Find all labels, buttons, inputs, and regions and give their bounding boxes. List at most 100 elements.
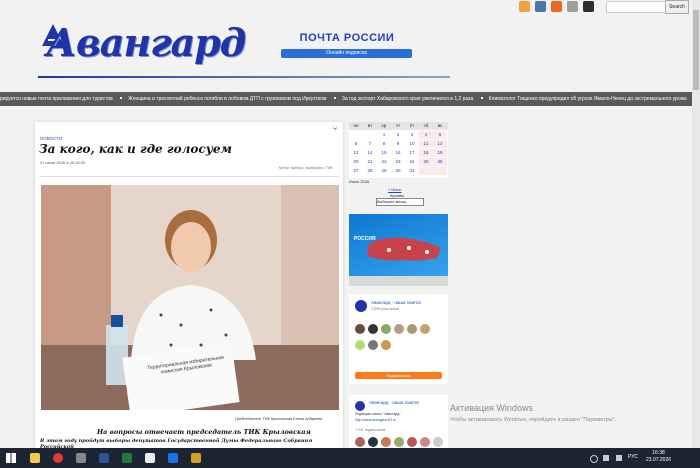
member-avatar[interactable] xyxy=(407,437,417,447)
ticker-item[interactable]: рируется новые почта приложения для тури… xyxy=(0,96,113,102)
language-indicator[interactable]: РУС xyxy=(628,454,638,460)
calendar-day[interactable]: 9 xyxy=(391,140,405,148)
member-avatar[interactable] xyxy=(433,437,443,447)
calendar-day[interactable]: 4 xyxy=(419,131,433,139)
calendar-day[interactable]: 18 xyxy=(419,149,433,157)
calendar-day[interactable]: 23 xyxy=(391,158,405,166)
member-avatar[interactable] xyxy=(355,437,365,447)
app-icon[interactable] xyxy=(76,453,86,463)
logo-underline xyxy=(38,76,450,78)
calendar-day[interactable]: 21 xyxy=(363,158,377,166)
network-icon[interactable] xyxy=(603,455,609,461)
taskbar-clock[interactable]: 16:38 23.07.2026 xyxy=(646,450,671,464)
clock-time: 16:38 xyxy=(652,450,665,456)
calendar-prev-link[interactable]: « Июнь xyxy=(388,187,402,192)
calendar-day[interactable]: 19 xyxy=(433,149,447,157)
member-avatar[interactable] xyxy=(368,324,378,334)
calendar-day[interactable]: 22 xyxy=(377,158,391,166)
calendar-day[interactable]: 8 xyxy=(377,140,391,148)
calendar-day xyxy=(349,131,363,139)
vk-group-name[interactable]: Авангард - наша газета! xyxy=(371,300,421,305)
member-avatar[interactable] xyxy=(355,340,365,350)
archive-select[interactable]: Выберите месяц xyxy=(376,198,424,206)
member-avatar[interactable] xyxy=(368,437,378,447)
share-icon[interactable]: ⑂ xyxy=(333,126,337,133)
ticker-item[interactable]: За год экспорт Хабаровского края увеличи… xyxy=(342,96,473,102)
calendar-day[interactable]: 10 xyxy=(405,140,419,148)
tray-icon[interactable] xyxy=(590,455,598,463)
calendar-day[interactable]: 13 xyxy=(349,149,363,157)
calendar-day[interactable]: 30 xyxy=(391,167,405,175)
calendar-day[interactable]: 29 xyxy=(377,167,391,175)
article-rubric[interactable]: НОВОСТИ xyxy=(40,136,62,141)
volume-icon[interactable] xyxy=(616,455,622,461)
divider xyxy=(39,176,339,177)
yandex-browser-icon[interactable] xyxy=(53,453,63,463)
file-explorer-icon[interactable] xyxy=(30,453,40,463)
app-icon[interactable] xyxy=(191,453,201,463)
calendar-day[interactable]: 31 xyxy=(405,167,419,175)
app-icon[interactable] xyxy=(168,453,178,463)
member-avatar[interactable] xyxy=(420,324,430,334)
calendar-day[interactable]: 28 xyxy=(363,167,377,175)
member-avatar[interactable] xyxy=(381,340,391,350)
calendar-day xyxy=(363,131,377,139)
calendar-day[interactable]: 16 xyxy=(391,149,405,157)
calendar-day-header: пн xyxy=(353,123,359,128)
ticker-separator xyxy=(120,97,123,99)
calendar-day[interactable]: 5 xyxy=(433,131,447,139)
online-subscription-button[interactable]: Онлайн подписка xyxy=(281,49,412,58)
telegram-icon[interactable] xyxy=(567,1,578,12)
russia-map-illustration xyxy=(349,237,448,286)
calendar-day[interactable]: 14 xyxy=(363,149,377,157)
vk-group-name-2[interactable]: Авангард - наша газета! xyxy=(369,400,419,405)
ad-banner[interactable]: РОССИЯ xyxy=(349,214,448,286)
article-date: 21 июля 2026 в 20:18:33 xyxy=(40,160,86,165)
ticker-item[interactable]: Женщина и трехлетний ребенок погибли в л… xyxy=(128,96,326,102)
member-avatar[interactable] xyxy=(407,324,417,334)
calendar-day[interactable]: 25 xyxy=(419,158,433,166)
calendar-day[interactable]: 6 xyxy=(349,140,363,148)
article-tags[interactable]: Метки: выборы | выбираем | ТИК xyxy=(279,166,333,170)
excel-icon[interactable] xyxy=(122,453,132,463)
calendar-day-header: ср xyxy=(381,123,387,128)
group-avatar[interactable] xyxy=(355,300,367,312)
vk-subscribe-button[interactable]: Подписаться xyxy=(355,372,442,379)
scrollbar-thumb[interactable] xyxy=(693,10,699,90)
calendar-day[interactable]: 26 xyxy=(433,158,447,166)
calendar-day[interactable]: 3 xyxy=(405,131,419,139)
calendar-day[interactable]: 1 xyxy=(377,131,391,139)
news-ticker[interactable]: рируется новые почта приложения для тури… xyxy=(0,92,692,106)
calendar-day[interactable]: 15 xyxy=(377,149,391,157)
post-russia-title[interactable]: ПОЧТА РОССИИ xyxy=(282,32,412,44)
calendar-day[interactable]: 12 xyxy=(433,140,447,148)
calendar-day-header: пт xyxy=(409,123,415,128)
member-avatar[interactable] xyxy=(394,437,404,447)
calendar-day[interactable]: 7 xyxy=(363,140,377,148)
dzen-icon[interactable] xyxy=(583,1,594,12)
site-logo[interactable]: Авангард xyxy=(46,20,246,65)
odnoklassniki-icon[interactable] xyxy=(519,1,530,12)
calendar-day-header: чт xyxy=(395,123,401,128)
group-avatar[interactable] xyxy=(355,401,365,411)
calendar-day[interactable]: 27 xyxy=(349,167,363,175)
word-icon[interactable] xyxy=(99,453,109,463)
calendar-day[interactable]: 17 xyxy=(405,149,419,157)
calendar-day[interactable]: 2 xyxy=(391,131,405,139)
member-avatar[interactable] xyxy=(394,324,404,334)
calendar-day[interactable]: 24 xyxy=(405,158,419,166)
member-avatar[interactable] xyxy=(420,437,430,447)
calendar-day[interactable]: 20 xyxy=(349,158,363,166)
vk-icon[interactable] xyxy=(535,1,546,12)
windows-activation-text: Чтобы активировать Windows, перейдите в … xyxy=(450,417,617,423)
rss-icon[interactable] xyxy=(551,1,562,12)
document-icon[interactable] xyxy=(145,453,155,463)
member-avatar[interactable] xyxy=(381,437,391,447)
member-avatar[interactable] xyxy=(355,324,365,334)
member-avatar[interactable] xyxy=(381,324,391,334)
ticker-item[interactable]: Климатолог Тищенко предупредил об угрозе… xyxy=(489,96,687,102)
member-avatar[interactable] xyxy=(368,340,378,350)
calendar-day[interactable]: 11 xyxy=(419,140,433,148)
windows-start-icon[interactable] xyxy=(6,453,16,463)
vk-site-link[interactable]: http://www.avangard-63.ru xyxy=(355,418,396,422)
